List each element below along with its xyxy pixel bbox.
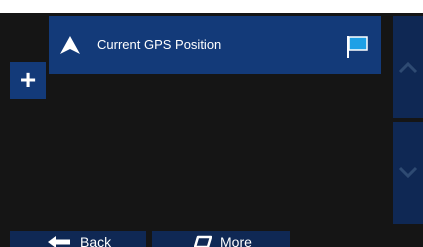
scroll-down-button[interactable] xyxy=(393,122,423,224)
bottom-action-bar: Back More xyxy=(0,231,423,247)
chevron-down-icon xyxy=(398,166,418,179)
more-button-label: More xyxy=(220,234,252,247)
route-point-current-gps[interactable]: Current GPS Position xyxy=(49,16,381,74)
add-waypoint-button[interactable]: + xyxy=(10,62,46,99)
navigation-arrow-icon xyxy=(60,36,80,54)
route-point-label: Current GPS Position xyxy=(97,37,222,52)
back-arrow-icon xyxy=(48,236,70,247)
scroll-up-button[interactable] xyxy=(393,16,423,118)
route-planner-screen: Current GPS Position + Back More xyxy=(0,13,423,247)
more-icon xyxy=(194,235,212,247)
more-button[interactable]: More xyxy=(152,231,290,247)
chevron-up-icon xyxy=(398,61,418,74)
back-button[interactable]: Back xyxy=(10,231,146,247)
plus-icon: + xyxy=(19,63,37,95)
back-button-label: Back xyxy=(80,234,112,247)
flag-icon xyxy=(347,36,368,58)
